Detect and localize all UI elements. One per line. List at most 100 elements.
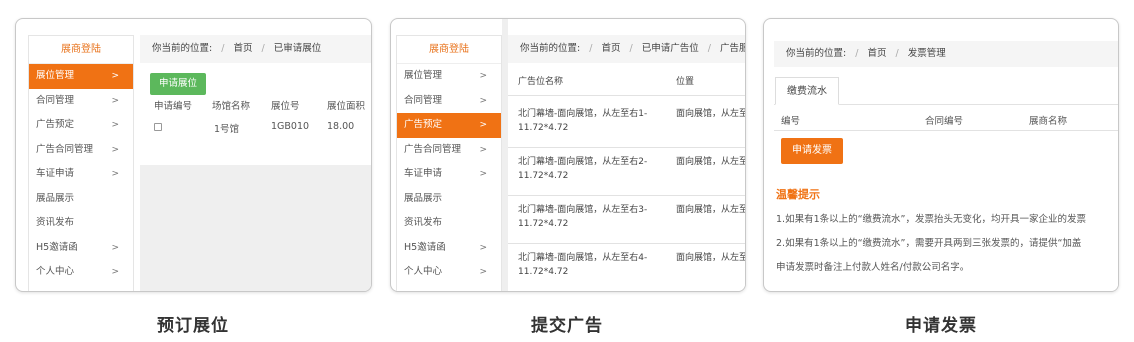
chevron-right-icon: > — [111, 267, 119, 277]
ad-position-cell: 面向展馆，从左至右 — [676, 253, 745, 263]
row-checkbox[interactable] — [154, 123, 162, 134]
sidebar-item-label: 资讯发布 — [36, 217, 75, 228]
cell-hall: 1号馆 — [214, 124, 240, 135]
ad-name-line-1: 北门幕墙-面向展馆，从左至右4- — [518, 253, 648, 263]
chevron-right-icon: > — [111, 95, 119, 106]
sidebar-item-label: 合同管理 — [36, 94, 75, 106]
ad-name-line-2: 11.72*4.72 — [518, 171, 569, 181]
sidebar-item[interactable]: 车证申请 > — [29, 162, 133, 187]
main-content: 你当前的位置: / 首页 / 已申请广告位 / 广告服务 广告位名称 位置 北门… — [508, 35, 745, 291]
ad-position-cell: 面向展馆，从左至右 — [676, 109, 745, 119]
apply-booth-button[interactable]: 申请展位 — [150, 73, 207, 95]
sidebar-item[interactable]: 广告合同管理 > — [397, 138, 501, 163]
table-header-col-2: 位置 — [676, 77, 695, 87]
sidebar-item[interactable]: 展品展示 — [29, 187, 133, 212]
sidebar-item-label: H5邀请函 — [404, 241, 446, 253]
sidebar-item[interactable]: 个人中心 > — [29, 260, 133, 285]
breadcrumb-mid[interactable]: 已申请广告位 — [642, 43, 699, 54]
ad-name-line-2: 11.72*4.72 — [518, 267, 569, 277]
sidebar-item[interactable]: 个人中心 > — [397, 260, 501, 285]
sidebar-item[interactable]: 合同管理 > — [29, 89, 133, 114]
chevron-right-icon: > — [111, 120, 119, 130]
sidebar-item-label: 展位管理 — [36, 70, 75, 81]
breadcrumb: 你当前的位置: / 首页 / 已审请展位 — [140, 35, 371, 63]
chevron-right-icon: > — [111, 144, 119, 155]
sidebar: 展商登陆 展位管理 > 合同管理 > 广告预定 > 广告合同管理 > 车证申请 > 展品展示 资讯发布… — [28, 35, 134, 291]
breadcrumb-prefix: 你当前的位置: — [520, 43, 581, 54]
caption-submit-ad: 提交广告 — [531, 316, 603, 336]
chevron-right-icon: > — [479, 267, 487, 277]
sidebar-item[interactable]: 广告预定 > — [29, 113, 133, 138]
table-header-col-1: 广告位名称 — [518, 77, 564, 87]
sidebar-item[interactable]: 资讯发布 — [29, 211, 133, 236]
ad-name-line-1: 北门幕墙-面向展馆，从左至右3- — [518, 205, 648, 215]
sidebar-item-label: 广告预定 — [404, 119, 443, 130]
breadcrumb-current: 已审请展位 — [273, 43, 322, 54]
sidebar-item-label: 个人中心 — [404, 266, 443, 277]
empty-area — [140, 165, 371, 291]
tab-payment-flow[interactable]: 缴费流水 — [775, 77, 839, 105]
ad-name-cell: 北门幕墙-面向展馆，从左至右1- 11.72*4.72 — [518, 107, 647, 135]
breadcrumb: 你当前的位置: / 首页 / 已申请广告位 / 广告服务 — [508, 35, 745, 63]
sidebar-item[interactable]: 合同管理 > — [397, 89, 501, 114]
chevron-right-icon: > — [479, 120, 487, 130]
chevron-right-icon: > — [479, 95, 487, 106]
chevron-right-icon: > — [479, 144, 487, 155]
tips-title: 温馨提示 — [776, 188, 820, 201]
sidebar-item[interactable]: 资讯发布 — [397, 211, 501, 236]
ad-name-line-2: 11.72*4.72 — [518, 219, 569, 229]
cell-booth: 1GB010 — [271, 121, 310, 132]
sidebar-item-label: 个人中心 — [36, 266, 75, 277]
sidebar-item[interactable]: H5邀请函 > — [397, 236, 501, 261]
ad-name-cell: 北门幕墙-面向展馆，从左至右3- 11.72*4.72 — [518, 203, 647, 231]
chevron-right-icon: > — [111, 169, 119, 179]
table-header-col-1: 申请编号 — [154, 101, 193, 112]
ad-name-cell: 北门幕墙-面向展馆，从左至右2- 11.72*4.72 — [518, 155, 647, 183]
sidebar-item[interactable]: 展品展示 — [397, 187, 501, 212]
ad-name-line-2: 11.72*4.72 — [518, 123, 569, 133]
chevron-right-icon: > — [111, 71, 119, 81]
ad-name-line-1: 北门幕墙-面向展馆，从左至右1- — [518, 109, 648, 119]
chevron-right-icon: > — [479, 242, 487, 253]
panel-invoice: 你当前的位置: / 首页 / 发票管理 缴费流水 编号 合同编号 展商名称 申请… — [763, 18, 1119, 292]
tip-line-2: 2.如果有1条以上的“缴费流水”，需要开具两到三张发票的，请提供“加盖 — [776, 238, 1082, 249]
sidebar-item[interactable]: 广告合同管理 > — [29, 138, 133, 163]
ad-position-cell: 面向展馆，从左至右 — [676, 157, 745, 167]
breadcrumb-home[interactable]: 首页 — [867, 48, 886, 59]
breadcrumb-prefix: 你当前的位置: — [786, 48, 847, 59]
table-header-col-2: 合同编号 — [925, 116, 964, 127]
sidebar-item[interactable]: 展位管理 > — [397, 64, 501, 89]
sidebar-item-label: 资讯发布 — [404, 217, 443, 228]
table-header-col-3: 展位号 — [271, 101, 300, 112]
sidebar-title: 展商登陆 — [397, 36, 501, 64]
tip-line-1: 1.如果有1条以上的“缴费流水”，发票抬头无变化，均开具一家企业的发票 — [776, 214, 1086, 225]
table-header-col-4: 展位面积 — [327, 101, 366, 112]
table-header-col-1: 编号 — [781, 116, 801, 127]
panel-booth-booking: 展商登陆 展位管理 > 合同管理 > 广告预定 > 广告合同管理 > 车证申请 > 展品展示 资讯发布… — [15, 18, 372, 292]
ad-name-cell: 北门幕墙-面向展馆，从左至右4- 11.72*4.72 — [518, 251, 647, 279]
sidebar-item-label: 展品展示 — [36, 192, 75, 204]
breadcrumb-current: 发票管理 — [907, 48, 946, 59]
sidebar-item[interactable]: 车证申请 > — [397, 162, 501, 187]
tip-line-3: 申请发票时备注上付款人姓名/付款公司名字。 — [776, 262, 970, 273]
sidebar-item[interactable]: 展位管理 > — [29, 64, 133, 89]
table-header-col-3: 展商名称 — [1029, 116, 1068, 127]
sidebar-item[interactable]: H5邀请函 > — [29, 236, 133, 261]
sidebar-item-label: 广告预定 — [36, 119, 75, 130]
caption-invoice: 申请发票 — [905, 316, 977, 336]
sidebar-item-label: 广告合同管理 — [36, 143, 94, 155]
sidebar-item-label: 合同管理 — [404, 94, 443, 106]
breadcrumb-home[interactable]: 首页 — [601, 43, 620, 54]
sidebar-item-label: H5邀请函 — [36, 241, 78, 253]
table-header-col-2: 场馆名称 — [212, 101, 251, 112]
apply-invoice-button[interactable]: 申请发票 — [781, 138, 843, 164]
panel-submit-ad: 展商登陆 展位管理 > 合同管理 > 广告预定 > 广告合同管理 > 车证申请 > 展品展示 资讯发布… — [390, 18, 746, 292]
sidebar-item-label: 车证申请 — [36, 168, 75, 179]
breadcrumb-home[interactable]: 首页 — [233, 43, 252, 54]
main-content: 你当前的位置: / 首页 / 发票管理 缴费流水 编号 合同编号 展商名称 申请… — [774, 41, 1118, 291]
sidebar: 展商登陆 展位管理 > 合同管理 > 广告预定 > 广告合同管理 > 车证申请 > 展品展示 资讯发布… — [396, 35, 502, 291]
sidebar-item[interactable]: 广告预定 > — [397, 113, 501, 138]
ad-position-cell: 面向展馆，从左至右 — [676, 205, 745, 215]
breadcrumb-prefix: 你当前的位置: — [152, 43, 213, 54]
chevron-right-icon: > — [479, 169, 487, 179]
